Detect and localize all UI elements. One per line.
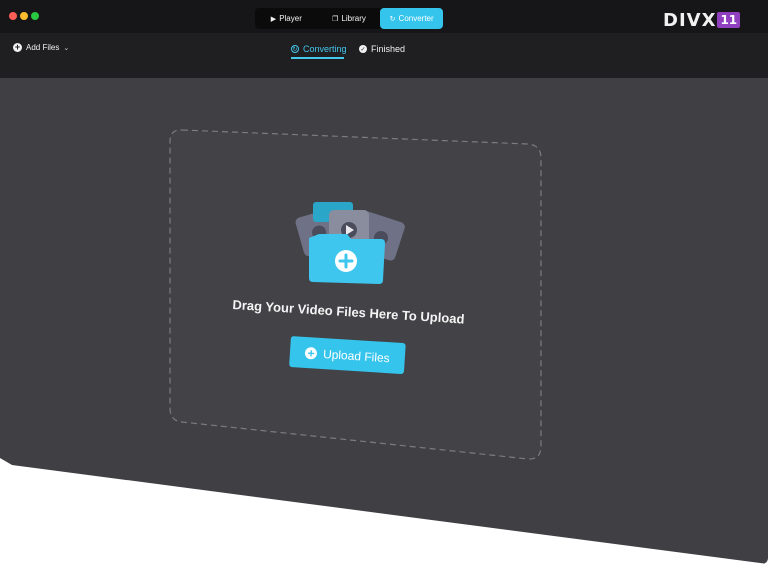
add-files-button[interactable]: + Add Files ⌄ <box>13 43 69 52</box>
close-window-button[interactable] <box>9 12 17 20</box>
library-icon: ❐ <box>332 15 339 23</box>
divx-logo: DIVX 11 <box>663 9 741 31</box>
tab-library-label: Library <box>341 14 366 23</box>
upload-files-button[interactable]: + Upload Files <box>289 336 406 375</box>
toolbar <box>0 33 768 78</box>
tab-finished[interactable]: ✓ Finished <box>359 44 405 54</box>
upload-files-label: Upload Files <box>322 346 391 365</box>
logo-text: DIVX <box>663 9 717 31</box>
check-circle-icon: ✓ <box>359 45 367 53</box>
converting-icon: ↻ <box>291 45 299 53</box>
mode-switcher: ▶ Player ❐ Library ↻ Converter <box>255 8 444 29</box>
zoom-window-button[interactable] <box>31 12 39 20</box>
logo-badge: 11 <box>717 12 741 28</box>
title-bar: ▶ Player ❐ Library ↻ Converter DIVX 11 <box>0 0 768 33</box>
play-icon: ▶ <box>270 15 277 23</box>
video-folder-icon <box>295 202 405 284</box>
tab-converting[interactable]: ↻ Converting <box>291 44 347 54</box>
tab-converter[interactable]: ↻ Converter <box>380 8 444 29</box>
converter-icon: ↻ <box>389 15 396 23</box>
app-window: ▶ Player ❐ Library ↻ Converter DIVX 11 +… <box>0 0 768 564</box>
add-icon: + <box>304 346 318 360</box>
tab-finished-label: Finished <box>371 44 406 54</box>
tab-player[interactable]: ▶ Player <box>255 8 318 29</box>
tab-player-label: Player <box>279 14 302 23</box>
chevron-down-icon: ⌄ <box>63 44 70 52</box>
minimize-window-button[interactable] <box>20 12 28 20</box>
tab-converting-label: Converting <box>303 44 347 54</box>
tab-converter-label: Converter <box>398 14 434 23</box>
drag-drop-prompt: Drag Your Video Files Here To Upload <box>232 297 465 327</box>
active-tab-indicator <box>291 57 344 59</box>
add-icon: + <box>13 42 22 52</box>
add-files-label: Add Files <box>26 43 60 52</box>
tab-library[interactable]: ❐ Library <box>318 8 381 29</box>
